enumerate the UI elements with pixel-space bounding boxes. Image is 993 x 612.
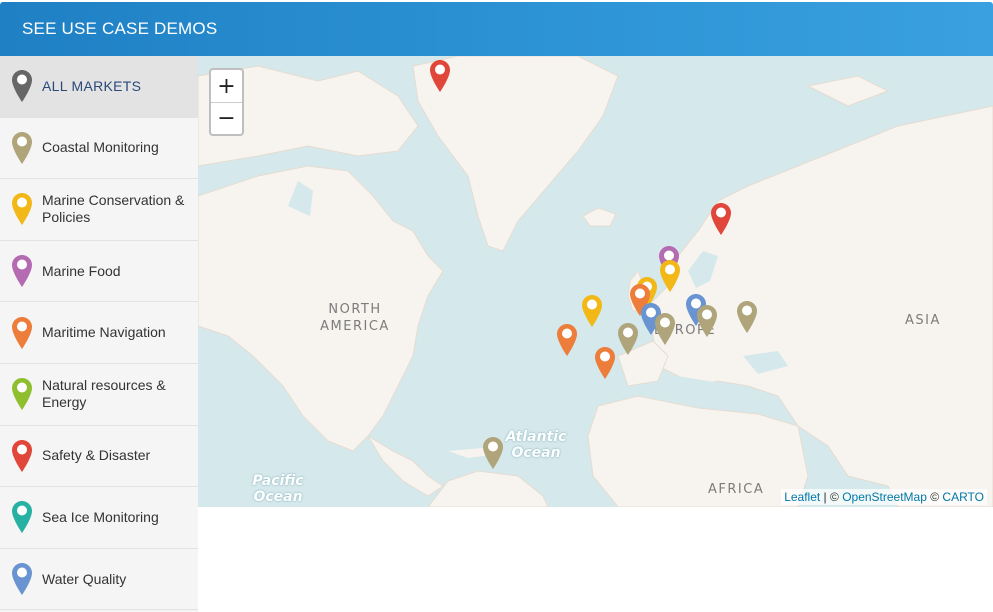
map-pin-icon	[12, 316, 32, 349]
world-map[interactable]: + − NORTH AMERICA EUROPE ASIA AFRICA Atl…	[198, 56, 993, 507]
sidebar-item-marine-conservation[interactable]: Marine Conservation & Policies	[0, 179, 198, 241]
header-title: SEE USE CASE DEMOS	[22, 19, 218, 38]
sidebar-item-label: Maritime Navigation	[42, 324, 166, 341]
map-pin-icon	[12, 439, 32, 472]
sidebar-item-water-quality[interactable]: Water Quality	[0, 548, 198, 611]
header-bar: SEE USE CASE DEMOS	[0, 2, 993, 56]
map-pin-icon	[12, 193, 32, 226]
sidebar-item-safety-disaster[interactable]: Safety & Disaster	[0, 425, 198, 488]
attribution-separator: ©	[926, 490, 943, 504]
marker-conservation-atlantic[interactable]	[581, 294, 603, 328]
map-pin-icon	[12, 255, 32, 288]
sidebar-item-coastal-monitoring[interactable]: Coastal Monitoring	[0, 117, 198, 180]
sidebar-item-label: Marine Conservation & Policies	[42, 192, 185, 226]
marker-coastal-caribbean[interactable]	[482, 436, 504, 470]
sidebar-item-label: Marine Food	[42, 262, 121, 279]
label-asia: ASIA	[905, 313, 941, 328]
map-pin-icon	[12, 70, 32, 103]
leaflet-link[interactable]: Leaflet	[784, 490, 820, 504]
sidebar-item-marine-food[interactable]: Marine Food	[0, 240, 198, 303]
marker-coastal-iberia[interactable]	[617, 322, 639, 356]
sidebar-item-label: Sea Ice Monitoring	[42, 508, 159, 525]
marker-coastal-med[interactable]	[654, 312, 676, 346]
map-pin-icon	[12, 131, 32, 164]
map-attribution: Leaflet | © OpenStreetMap © CARTO	[781, 489, 987, 505]
marker-safety-finland[interactable]	[710, 202, 732, 236]
sidebar-item-label: Natural resources & Energy	[42, 377, 166, 411]
label-atlantic-ocean: Atlantic Ocean	[505, 429, 567, 461]
marker-safety-greenland[interactable]	[429, 59, 451, 93]
attribution-separator: | ©	[820, 490, 843, 504]
marker-coastal-italy[interactable]	[696, 304, 718, 338]
zoom-control: + −	[209, 68, 244, 136]
sidebar-item-label: Water Quality	[42, 570, 127, 587]
label-north-america: NORTH AMERICA	[320, 302, 390, 334]
label-pacific-ocean: Pacific Ocean	[252, 473, 304, 505]
zoom-out-button[interactable]: −	[211, 102, 242, 134]
marker-coastal-romania[interactable]	[736, 300, 758, 334]
map-pin-icon	[12, 563, 32, 596]
zoom-in-button[interactable]: +	[211, 70, 242, 102]
sidebar-item-sea-ice-monitoring[interactable]: Sea Ice Monitoring	[0, 487, 198, 549]
app-window: SEE USE CASE DEMOS ALL MARKETS Coastal M…	[0, 0, 993, 612]
marker-navigation-canary[interactable]	[594, 346, 616, 380]
marker-navigation-azores[interactable]	[556, 323, 578, 357]
sidebar-item-label: ALL MARKETS	[42, 77, 142, 94]
map-base-layer	[198, 56, 993, 507]
sidebar-item-label: Safety & Disaster	[42, 447, 151, 464]
carto-link[interactable]: CARTO	[942, 490, 984, 504]
label-africa: AFRICA	[708, 482, 765, 497]
sidebar-item-all-markets[interactable]: ALL MARKETS	[0, 56, 198, 118]
openstreetmap-link[interactable]: OpenStreetMap	[842, 490, 927, 504]
sidebar-item-maritime-navigation[interactable]: Maritime Navigation	[0, 302, 198, 364]
map-pin-icon	[12, 378, 32, 411]
sidebar-item-natural-resources[interactable]: Natural resources & Energy	[0, 363, 198, 426]
map-pin-icon	[12, 501, 32, 534]
marker-conservation-denmark[interactable]	[659, 259, 681, 293]
sidebar-item-label: Coastal Monitoring	[42, 139, 159, 156]
market-sidebar: ALL MARKETS Coastal Monitoring Marine Co…	[0, 56, 198, 612]
